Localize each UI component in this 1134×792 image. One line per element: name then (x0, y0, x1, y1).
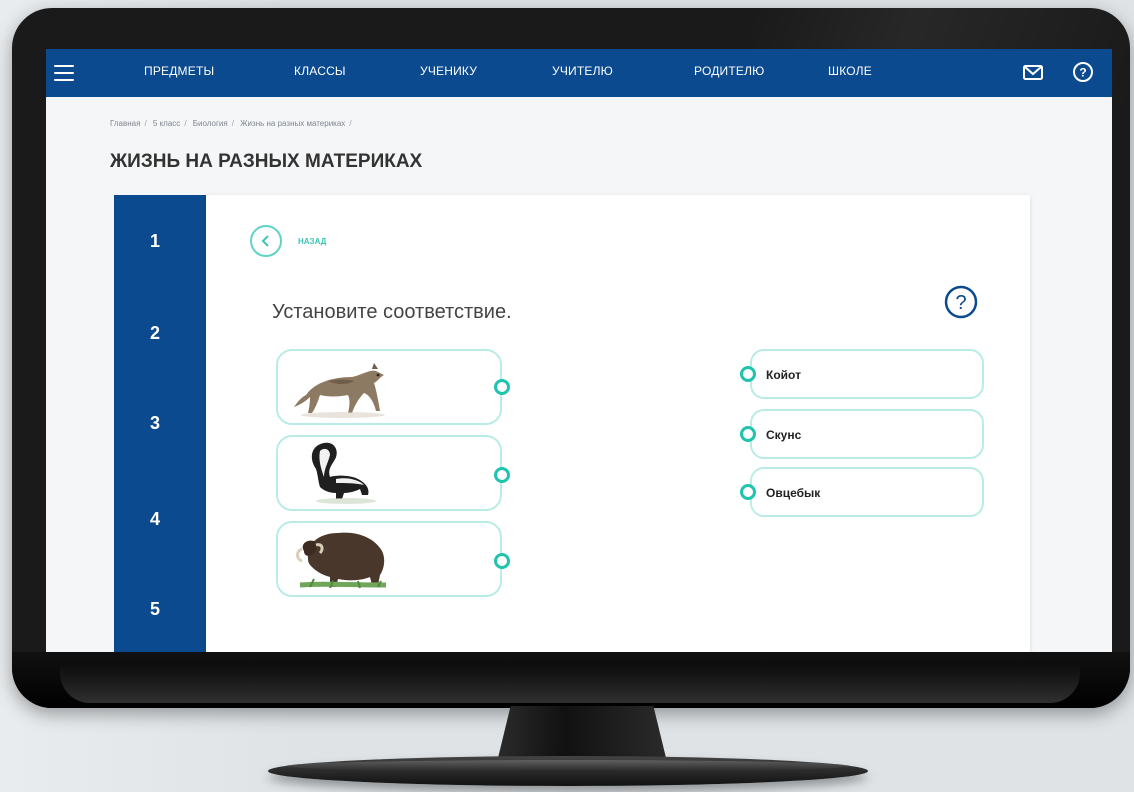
menu-icon[interactable] (54, 65, 74, 81)
chevron-left-icon (261, 235, 269, 247)
step-sidebar: 1 2 3 4 5 (114, 195, 206, 653)
page-title: ЖИЗНЬ НА РАЗНЫХ МАТЕРИКАХ (110, 151, 423, 172)
mail-icon[interactable] (1022, 61, 1044, 88)
top-nav: ПРЕДМЕТЫ КЛАССЫ УЧЕНИКУ УЧИТЕЛЮ РОДИТЕЛЮ… (46, 49, 1112, 97)
back-button[interactable] (250, 225, 282, 257)
nav-item-student[interactable]: УЧЕНИКУ (420, 64, 477, 78)
answer-card-skunk[interactable]: Скунс (740, 409, 984, 459)
breadcrumb-item[interactable]: 5 класс (153, 119, 180, 128)
answer-card-coyote[interactable]: Койот (740, 349, 984, 399)
connector-left-1[interactable] (494, 379, 510, 395)
nav-item-classes[interactable]: КЛАССЫ (294, 64, 346, 78)
back-label[interactable]: НАЗАД (298, 237, 326, 246)
step-3[interactable]: 3 (150, 413, 160, 434)
nav-item-parent[interactable]: РОДИТЕЛЮ (694, 64, 765, 78)
answer-card-muskox[interactable]: Овцебык (740, 467, 984, 517)
answer-label: Овцебык (766, 486, 821, 500)
answer-label: Койот (766, 368, 801, 382)
step-5[interactable]: 5 (150, 599, 160, 620)
skunk-image (311, 442, 376, 504)
breadcrumb-item[interactable]: Главная (110, 119, 140, 128)
step-2[interactable]: 2 (150, 323, 160, 344)
connector-right-3[interactable] (740, 484, 756, 500)
nav-item-teacher[interactable]: УЧИТЕЛЮ (552, 64, 613, 78)
connector-left-2[interactable] (494, 467, 510, 483)
question-help-icon[interactable]: ? (944, 285, 978, 319)
monitor-stand-highlight (286, 760, 850, 772)
match-card-skunk[interactable] (276, 435, 502, 511)
help-icon[interactable]: ? (1072, 61, 1094, 88)
connector-right-1[interactable] (740, 366, 756, 382)
answer-label: Скунс (766, 428, 802, 442)
connector-right-2[interactable] (740, 426, 756, 442)
match-card-coyote[interactable] (276, 349, 502, 425)
svg-text:?: ? (1079, 66, 1086, 80)
match-card-muskox[interactable] (276, 521, 502, 597)
coyote-image (294, 363, 385, 418)
monitor-bezel-sheen (60, 665, 1080, 703)
step-1[interactable]: 1 (150, 231, 160, 252)
connector-left-3[interactable] (494, 553, 510, 569)
task-title: Установите соответствие. (272, 301, 512, 323)
screen: ПРЕДМЕТЫ КЛАССЫ УЧЕНИКУ УЧИТЕЛЮ РОДИТЕЛЮ… (46, 49, 1112, 653)
monitor-stand-neck (497, 706, 667, 762)
breadcrumb-item[interactable]: Жизнь на разных материках (240, 119, 345, 128)
breadcrumb: Главная/ 5 класс / Биология / Жизнь на раз… (110, 119, 352, 128)
task-card: НАЗАД Установите соответствие. ? Койот С… (206, 195, 1030, 653)
muskox-image (296, 532, 387, 589)
breadcrumb-item[interactable]: Биология (193, 119, 228, 128)
svg-text:?: ? (955, 292, 966, 314)
nav-item-school[interactable]: ШКОЛЕ (828, 64, 872, 78)
step-4[interactable]: 4 (150, 509, 160, 530)
nav-item-subjects[interactable]: ПРЕДМЕТЫ (144, 64, 214, 78)
